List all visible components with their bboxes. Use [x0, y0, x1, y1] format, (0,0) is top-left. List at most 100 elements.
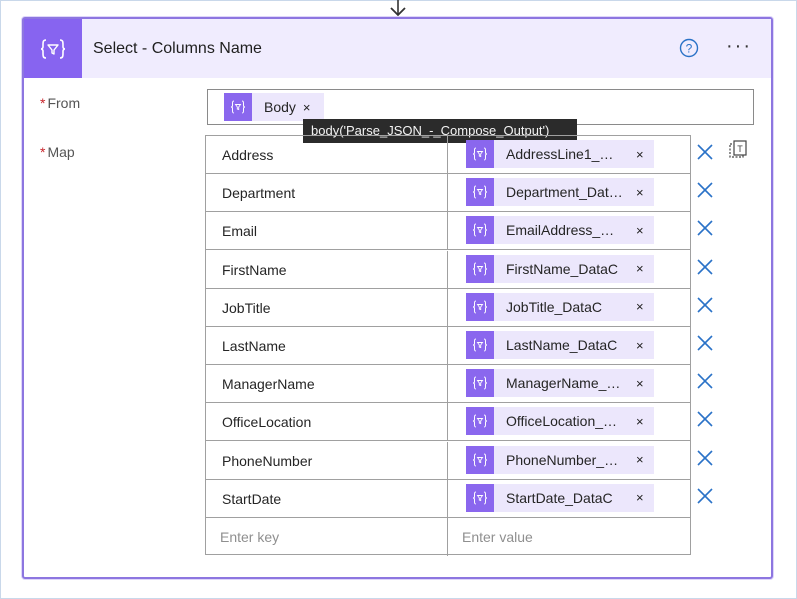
delete-row-icon[interactable] [695, 333, 715, 353]
map-value-text: StartDate_DataC [506, 489, 613, 506]
map-value-token[interactable]: OfficeLocation_DataC × [466, 407, 654, 436]
map-key-text: ManagerName [222, 376, 315, 393]
body-token-remove-button[interactable]: × [303, 100, 311, 115]
map-key-field[interactable]: StartDate [206, 479, 448, 518]
map-key-text: OfficeLocation [222, 414, 312, 431]
map-value-remove-button[interactable]: × [636, 261, 644, 276]
from-label: * From [40, 95, 80, 111]
map-row: Email EmailAddress_DataC × [206, 212, 690, 251]
map-value-text: LastName_DataC [506, 337, 618, 353]
map-value-text: ManagerName_DataC [506, 375, 623, 392]
body-token-label: Body [264, 99, 296, 115]
delete-row-icon[interactable] [695, 142, 715, 162]
expression-token-icon [466, 178, 494, 207]
more-options-icon[interactable]: ··· [726, 36, 752, 56]
map-label-text: Map [47, 144, 75, 160]
delete-row-icon[interactable] [695, 218, 715, 238]
map-value-token[interactable]: LastName_DataC × [466, 331, 654, 359]
map-value-remove-button[interactable]: × [636, 414, 644, 429]
expression-token-icon [466, 483, 494, 512]
map-value-text: OfficeLocation_DataC [506, 413, 623, 430]
expression-token-icon [466, 331, 494, 359]
map-key-field[interactable]: JobTitle [206, 288, 448, 327]
map-key-text: LastName [222, 338, 286, 354]
body-token[interactable]: Body × [224, 93, 324, 121]
map-value-text: FirstName_DataC [506, 260, 619, 277]
map-key-field[interactable]: Department [206, 174, 448, 213]
map-row: PhoneNumber PhoneNumber_DataC × [206, 441, 690, 480]
map-value-token[interactable]: AddressLine1_DataC × [466, 140, 654, 168]
map-value-token[interactable]: ManagerName_DataC × [466, 369, 654, 398]
map-value-remove-button[interactable]: × [636, 299, 644, 314]
map-label: * Map [40, 144, 75, 160]
map-key-text: Department [222, 185, 296, 202]
map-key-field[interactable]: PhoneNumber [206, 441, 448, 480]
map-key-text: StartDate [222, 490, 282, 507]
delete-row-icon[interactable] [695, 409, 715, 429]
delete-row-icon[interactable] [695, 486, 715, 506]
expression-token-icon [224, 93, 252, 121]
new-key-input[interactable]: Enter key [206, 518, 448, 556]
map-value-text: EmailAddress_DataC [506, 222, 623, 239]
help-circle-icon[interactable]: ? [679, 38, 699, 58]
action-header[interactable]: Select - Columns Name ? ··· [24, 19, 771, 78]
map-empty-row: Enter key Enter value [206, 518, 690, 556]
map-table: AddressAddressLine1_DataC×DepartmentDepa… [205, 135, 691, 556]
map-value-token[interactable]: Department_DataC × [466, 178, 654, 207]
map-key-field[interactable]: LastName [206, 327, 448, 365]
expression-token-icon [466, 216, 494, 245]
map-value-token[interactable]: FirstName_DataC × [466, 254, 654, 283]
map-key-field[interactable]: FirstName [206, 250, 448, 289]
expression-token-icon [466, 369, 494, 398]
map-value-token[interactable]: JobTitle_DataC × [466, 292, 654, 321]
expression-token-icon [466, 292, 494, 321]
delete-row-icon[interactable] [695, 180, 715, 200]
map-value-remove-button[interactable]: × [636, 376, 644, 391]
from-label-text: From [47, 95, 81, 111]
delete-row-icon[interactable] [695, 257, 715, 277]
svg-text:?: ? [686, 42, 693, 56]
map-key-text: JobTitle [222, 299, 271, 316]
map-row: JobTitle JobTitle_DataC × [206, 288, 690, 327]
map-value-text: AddressLine1_DataC [506, 146, 623, 162]
map-value-remove-button[interactable]: × [636, 147, 644, 162]
map-value-text: PhoneNumber_DataC [506, 451, 623, 468]
delete-row-icon[interactable] [695, 371, 715, 391]
delete-row-icon[interactable] [695, 295, 715, 315]
map-value-remove-button[interactable]: × [636, 223, 644, 238]
map-value-remove-button[interactable]: × [636, 338, 644, 353]
map-row: Department Department_DataC × [206, 174, 690, 213]
switch-to-text-mode-icon[interactable]: T [727, 139, 749, 161]
map-value-text: Department_DataC [506, 184, 623, 201]
action-title[interactable]: Select - Columns Name [93, 40, 262, 58]
connector-arrow-icon [390, 0, 406, 17]
map-value-remove-button[interactable]: × [636, 490, 644, 505]
expression-token-icon [466, 140, 494, 168]
value-placeholder[interactable]: Enter value [462, 529, 533, 545]
curly-brace-filter-icon [24, 19, 82, 78]
key-placeholder: Enter key [220, 529, 280, 545]
map-row: ManagerName ManagerName_DataC × [206, 365, 690, 404]
map-key-text: FirstName [222, 261, 287, 278]
map-row: LastName LastName_DataC × [206, 327, 690, 365]
map-value-token[interactable]: StartDate_DataC × [466, 483, 654, 512]
map-key-field[interactable]: OfficeLocation [206, 403, 448, 442]
required-marker: * [40, 95, 46, 111]
map-value-remove-button[interactable]: × [636, 185, 644, 200]
map-row: Address AddressLine1_DataC × [206, 136, 690, 174]
map-key-field[interactable]: ManagerName [206, 365, 448, 404]
map-key-text: PhoneNumber [222, 452, 313, 469]
map-row: FirstName FirstName_DataC × [206, 250, 690, 289]
map-key-field[interactable]: Email [206, 212, 448, 251]
map-value-remove-button[interactable]: × [636, 452, 644, 467]
expression-token-icon [466, 254, 494, 283]
map-row: StartDate StartDate_DataC × [206, 479, 690, 518]
delete-row-icon[interactable] [695, 448, 715, 468]
map-value-token[interactable]: EmailAddress_DataC × [466, 216, 654, 245]
select-action-card: Select - Columns Name ? ··· * From Body ×… [22, 17, 773, 579]
svg-text:T: T [737, 144, 743, 154]
expression-token-icon [466, 445, 494, 474]
map-key-field[interactable]: Address [206, 136, 448, 174]
expression-token-icon [466, 407, 494, 436]
map-value-token[interactable]: PhoneNumber_DataC × [466, 445, 654, 474]
